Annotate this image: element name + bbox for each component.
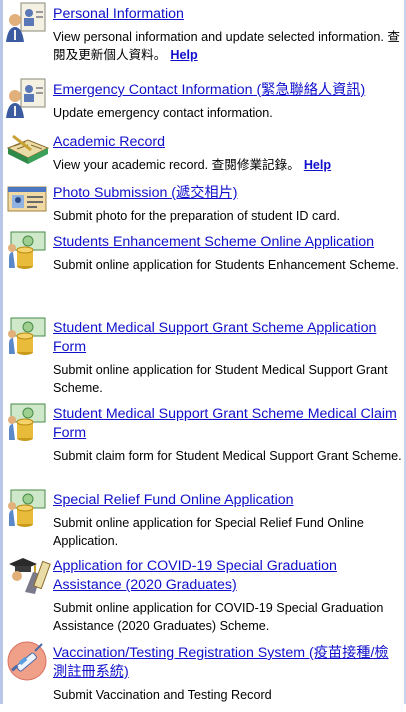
graduation-icon[interactable] <box>5 552 53 596</box>
personal-information-help-link[interactable]: Help <box>170 48 197 62</box>
list-item-photo-submission: Photo Submission (遞交相片) Submit photo for… <box>5 179 402 225</box>
covid-graduation-assistance-link[interactable]: Application for COVID-19 Special Graduat… <box>53 557 402 595</box>
emergency-contact-description: Update emergency contact information. <box>53 106 273 120</box>
money-coins-icon[interactable] <box>5 228 53 272</box>
person-profile-icon[interactable] <box>5 0 53 44</box>
special-relief-fund-link[interactable]: Special Relief Fund Online Application <box>53 491 402 510</box>
academic-record-description: View your academic record. 查閱修業記錄。 Help <box>53 158 332 172</box>
covid-graduation-assistance-description: Submit online application for COVID-19 S… <box>53 601 384 633</box>
left-frame-border <box>0 0 3 704</box>
list-item-students-enhancement-scheme: Students Enhancement Scheme Online Appli… <box>5 228 402 311</box>
book-icon[interactable] <box>5 128 53 172</box>
students-enhancement-scheme-description: Submit online application for Students E… <box>53 258 399 272</box>
person-profile-icon[interactable] <box>5 76 53 120</box>
special-relief-fund-description: Submit online application for Special Re… <box>53 516 364 548</box>
services-list: Personal Information View personal infor… <box>5 0 402 712</box>
money-coins-icon[interactable] <box>5 486 53 530</box>
list-item-personal-information: Personal Information View personal infor… <box>5 0 402 73</box>
medical-claim-form-link[interactable]: Student Medical Support Grant Scheme Med… <box>53 405 402 443</box>
medical-support-application-description: Submit online application for Student Me… <box>53 363 388 395</box>
list-item-academic-record: Academic Record View your academic recor… <box>5 128 402 176</box>
personal-information-description: View personal information and update sel… <box>53 30 400 62</box>
emergency-contact-link[interactable]: Emergency Contact Information (緊急聯絡人資訊) <box>53 81 402 100</box>
list-item-special-relief-fund: Special Relief Fund Online Application S… <box>5 486 402 549</box>
photo-submission-link[interactable]: Photo Submission (遞交相片) <box>53 184 402 203</box>
personal-information-link[interactable]: Personal Information <box>53 5 402 24</box>
list-item-medical-claim-form: Student Medical Support Grant Scheme Med… <box>5 400 402 483</box>
id-card-icon[interactable] <box>5 179 53 223</box>
academic-record-link[interactable]: Academic Record <box>53 133 402 152</box>
medical-support-application-link[interactable]: Student Medical Support Grant Scheme App… <box>53 319 402 357</box>
photo-submission-description: Submit photo for the preparation of stud… <box>53 209 341 223</box>
medical-claim-form-description: Submit claim form for Student Medical Su… <box>53 449 402 463</box>
money-coins-icon[interactable] <box>5 400 53 444</box>
list-item-medical-support-application: Student Medical Support Grant Scheme App… <box>5 314 402 397</box>
vaccination-testing-link[interactable]: Vaccination/Testing Registration System … <box>53 644 402 682</box>
academic-record-help-link[interactable]: Help <box>304 158 331 172</box>
list-item-emergency-contact: Emergency Contact Information (緊急聯絡人資訊) … <box>5 76 402 125</box>
list-item-vaccination-testing: Vaccination/Testing Registration System … <box>5 639 402 709</box>
list-item-covid-graduation-assistance: Application for COVID-19 Special Graduat… <box>5 552 402 636</box>
vaccination-testing-description: Submit Vaccination and Testing Record <box>53 688 272 702</box>
money-coins-icon[interactable] <box>5 314 53 358</box>
students-enhancement-scheme-link[interactable]: Students Enhancement Scheme Online Appli… <box>53 233 402 252</box>
syringe-icon[interactable] <box>5 639 53 683</box>
